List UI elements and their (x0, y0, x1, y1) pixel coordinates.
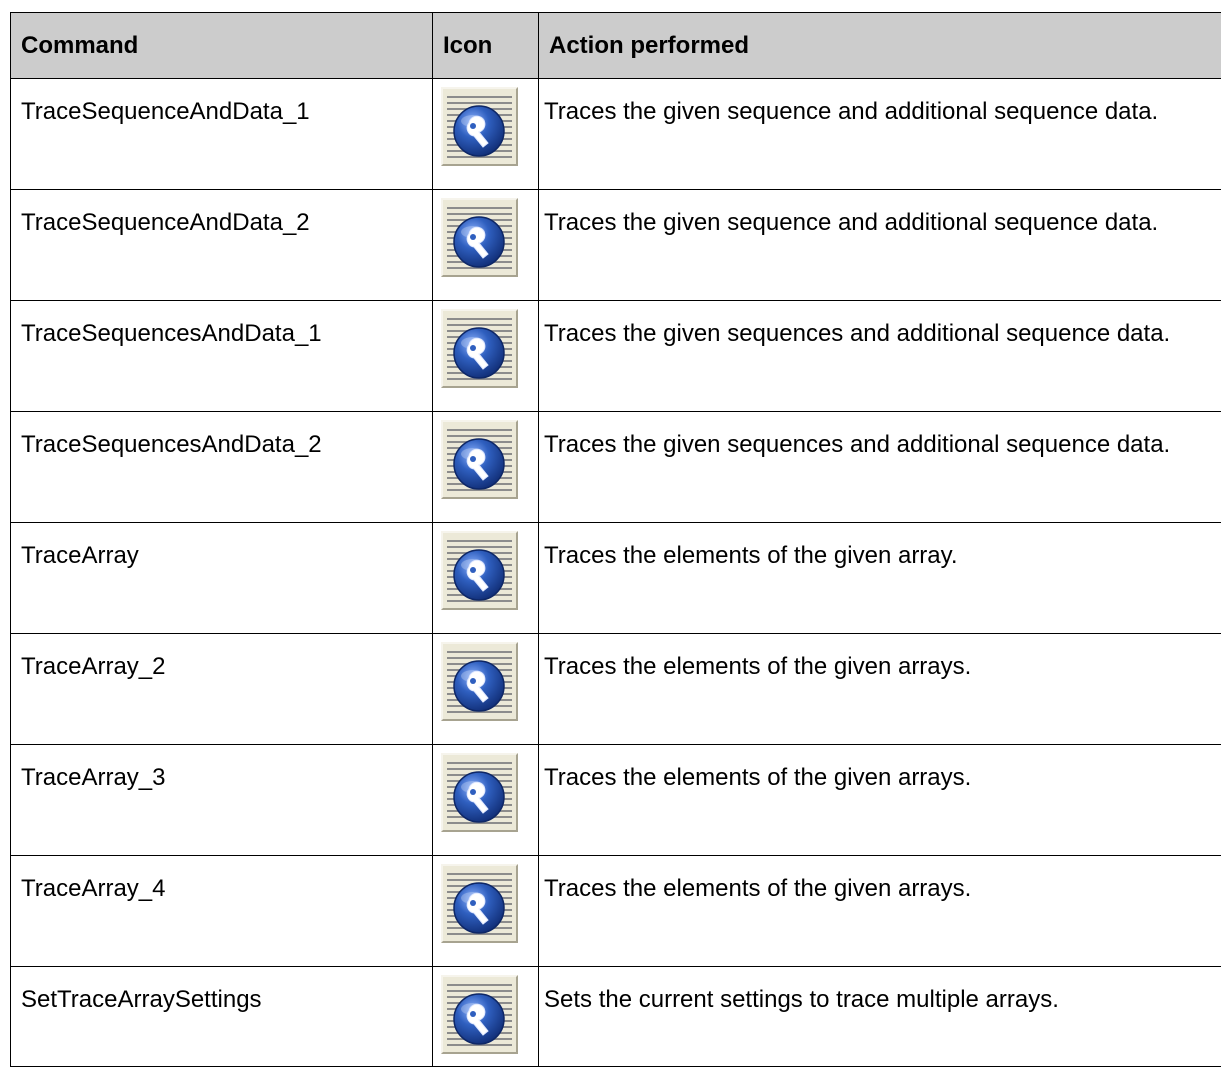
trace-tool-icon (441, 309, 518, 388)
trace-tool-icon (441, 642, 518, 721)
trace-tool-icon (441, 420, 518, 499)
command-name: TraceArray_4 (10, 855, 433, 967)
command-name: SetTraceArraySettings (10, 966, 433, 1067)
action-description: Sets the current settings to trace multi… (538, 966, 1221, 1067)
table-row: SetTraceArraySettings Sets the current se… (10, 966, 1221, 1067)
trace-tool-icon (441, 864, 518, 943)
icon-cell (432, 78, 539, 190)
command-name: TraceArray_2 (10, 633, 433, 745)
action-description: Traces the given sequences and additiona… (538, 411, 1221, 523)
icon-cell (432, 966, 539, 1067)
icon-cell (432, 522, 539, 634)
table-header-row: Command Icon Action performed (10, 12, 1221, 79)
command-name: TraceSequencesAndData_1 (10, 300, 433, 412)
command-name: TraceSequenceAndData_1 (10, 78, 433, 190)
trace-tool-icon (441, 753, 518, 832)
command-name: TraceArray (10, 522, 433, 634)
column-header-action: Action performed (538, 12, 1221, 79)
command-name: TraceArray_3 (10, 744, 433, 856)
icon-cell (432, 855, 539, 967)
trace-tool-icon (441, 975, 518, 1054)
table-row: TraceSequencesAndData_2 Traces the given … (10, 411, 1221, 523)
table-row: TraceArray_4 Traces the elements of the g… (10, 855, 1221, 967)
table-row: TraceSequenceAndData_1 Traces the given s… (10, 78, 1221, 190)
table-row: TraceArray Traces the elements of the giv… (10, 522, 1221, 634)
icon-cell (432, 744, 539, 856)
action-description: Traces the elements of the given arrays. (538, 855, 1221, 967)
command-table: Command Icon Action performed TraceSeque… (10, 12, 1221, 1067)
column-header-command: Command (10, 12, 433, 79)
icon-cell (432, 633, 539, 745)
column-header-icon: Icon (432, 12, 539, 79)
command-name: TraceSequencesAndData_2 (10, 411, 433, 523)
icon-cell (432, 300, 539, 412)
table-row: TraceArray_2 Traces the elements of the g… (10, 633, 1221, 745)
table-row: TraceArray_3 Traces the elements of the g… (10, 744, 1221, 856)
icon-cell (432, 411, 539, 523)
table-row: TraceSequencesAndData_1 Traces the given … (10, 300, 1221, 412)
action-description: Traces the given sequence and additional… (538, 78, 1221, 190)
command-name: TraceSequenceAndData_2 (10, 189, 433, 301)
icon-cell (432, 189, 539, 301)
action-description: Traces the elements of the given arrays. (538, 633, 1221, 745)
action-description: Traces the given sequence and additional… (538, 189, 1221, 301)
trace-tool-icon (441, 531, 518, 610)
action-description: Traces the elements of the given arrays. (538, 744, 1221, 856)
action-description: Traces the given sequences and additiona… (538, 300, 1221, 412)
trace-tool-icon (441, 87, 518, 166)
action-description: Traces the elements of the given array. (538, 522, 1221, 634)
trace-tool-icon (441, 198, 518, 277)
table-body: TraceSequenceAndData_1 Traces the given s… (10, 78, 1221, 1067)
table-row: TraceSequenceAndData_2 Traces the given s… (10, 189, 1221, 301)
